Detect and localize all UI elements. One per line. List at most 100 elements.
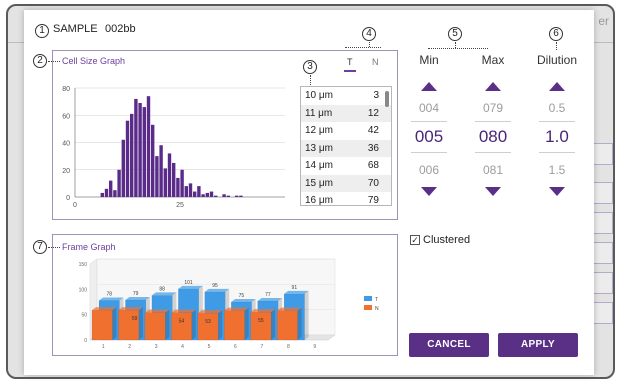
cell-size-label: 14 μm (305, 160, 333, 171)
frame-chart-bar-n-side (297, 307, 302, 340)
frame-chart-bar-t-top (151, 292, 177, 296)
cell-size-list-row[interactable]: 11 μm 12 (301, 104, 391, 122)
frame-chart-bar-n-side (271, 309, 276, 340)
max-next-value[interactable]: 081 (463, 163, 523, 177)
frame-chart-x-tick-label: 9 (313, 344, 316, 350)
frame-chart-svg: 15010050078 7959881019575 779154 55531 2 3 4 5 6… (79, 258, 379, 350)
tab-t-active-indicator (344, 70, 356, 72)
cell-chart-bar (125, 120, 130, 197)
cell-size-count: 70 (367, 177, 379, 189)
frame-chart-bar-n-front (250, 311, 272, 341)
max-current-value[interactable]: 080 (463, 127, 523, 147)
cell-chart-bar (155, 156, 159, 197)
cell-size-list-row[interactable]: 12 μm 42 (301, 122, 391, 140)
cell-chart-bar (180, 169, 184, 197)
frame-chart-x-tick-label: 6 (234, 344, 237, 350)
cell-size-label: 13 μm (305, 142, 333, 154)
cell-chart-bar (134, 98, 138, 197)
cell-chart-bar (205, 192, 209, 197)
cell-size-list-scrollbar[interactable] (385, 91, 389, 107)
cell-chart-bar (197, 186, 201, 197)
cell-size-count: 3 (373, 90, 379, 101)
cell-chart-bar (121, 139, 125, 197)
cell-size-list-row[interactable]: 15 μm 70 (301, 174, 391, 192)
tab-n[interactable]: N (372, 57, 379, 67)
dilution-divider (539, 152, 575, 153)
min-increase-arrow-icon[interactable] (421, 82, 437, 91)
frame-chart-bar-n-top (197, 310, 223, 314)
cell-chart-bar (104, 188, 109, 197)
cell-chart-y-tick-label: 60 (62, 113, 70, 120)
clustered-label: Clustered (423, 234, 471, 246)
callout-4-leader (369, 42, 370, 47)
cell-chart-x-tick-label: 0 (73, 202, 77, 209)
cell-chart-bar (239, 195, 243, 197)
clustered-checkbox[interactable]: ✓ (410, 235, 420, 245)
cell-chart-bar (222, 194, 226, 197)
cell-size-chart: 0 20 40 60 80 0 25 (55, 82, 293, 212)
cell-chart-bar (235, 195, 239, 197)
callout-4: 4 (362, 27, 376, 41)
cell-size-list-row[interactable]: 14 μm 68 (301, 157, 391, 175)
frame-chart-y-tick-label: 0 (84, 338, 87, 344)
frame-chart-bar-t-top (257, 297, 283, 301)
frame-chart-bar-n (171, 309, 196, 341)
cell-size-count: 36 (367, 142, 379, 154)
cell-size-list-row[interactable]: 13 μm 36 (301, 139, 391, 157)
frame-chart-x-tick-label: 1 (102, 344, 105, 350)
min-current-value[interactable]: 005 (399, 127, 459, 147)
max-decrease-arrow-icon[interactable] (485, 187, 501, 196)
min-prev-value[interactable]: 004 (399, 101, 459, 115)
max-prev-value[interactable]: 079 (463, 101, 523, 115)
frame-chart-bar-n-side (112, 307, 117, 340)
frame-chart-bar-t-top (178, 285, 203, 289)
cell-size-list-row[interactable]: 10 μm 3 (301, 87, 391, 105)
callout-4-leader (345, 47, 381, 48)
frame-chart-value-label: 88 (159, 286, 165, 292)
max-divider (475, 152, 511, 153)
cell-chart-bar (163, 168, 167, 197)
cell-chart-bar (100, 192, 104, 197)
cell-chart-bar (138, 102, 142, 197)
cell-chart-bar (172, 162, 176, 197)
cell-chart-bar (184, 186, 188, 197)
dilution-next-value[interactable]: 1.5 (527, 163, 587, 177)
min-divider (411, 121, 447, 122)
cell-size-rows: 10 μm 3 11 μm 12 12 μm 42 13 μm 36 14 μm 68 15 μm 7… (301, 87, 391, 205)
cell-chart-bar (209, 191, 214, 197)
frame-chart-bar-n-side (244, 307, 249, 340)
dilution-label: Dilution (536, 53, 578, 67)
frame-chart-value-label: 79 (133, 291, 139, 297)
frame-chart-bar-n-top (224, 307, 249, 311)
callout-7-leader (48, 247, 60, 248)
cell-size-list[interactable]: 10 μm 3 11 μm 12 12 μm 42 13 μm 36 14 μm 68 15 μm 7… (300, 86, 392, 206)
frame-chart-value-label: 54 (179, 319, 185, 325)
callout-7: 7 (33, 240, 47, 254)
dilution-increase-arrow-icon[interactable] (549, 82, 565, 91)
frame-chart-legend-swatch (364, 305, 372, 310)
frame-chart-bar-t-top (231, 299, 256, 302)
callout-6-leader (556, 42, 557, 50)
frame-chart-bar-n-front (197, 312, 219, 341)
cell-size-list-row[interactable]: 16 μm 79 (301, 192, 391, 205)
cancel-button[interactable]: CANCEL (409, 333, 489, 357)
callout-2: 2 (33, 54, 47, 68)
cell-chart-bar (159, 145, 163, 197)
frame-chart-value-label: 53 (205, 319, 211, 325)
dilution-prev-value[interactable]: 0.5 (527, 101, 587, 115)
max-increase-arrow-icon[interactable] (485, 82, 501, 91)
frame-chart-bar-t-top (204, 288, 230, 292)
callout-5: 5 (448, 27, 462, 41)
min-next-value[interactable]: 006 (399, 163, 459, 177)
dilution-current-value[interactable]: 1.0 (527, 127, 587, 147)
frame-chart-value-label: 91 (292, 285, 298, 291)
frame-chart-bar-n (276, 307, 302, 341)
dilution-decrease-arrow-icon[interactable] (549, 187, 565, 196)
callout-5-leader (428, 48, 488, 49)
frame-chart-bar-n-front (91, 309, 113, 341)
apply-button[interactable]: APPLY (498, 333, 578, 357)
frame-chart-value-label: 78 (106, 291, 112, 297)
tab-t[interactable]: T (347, 57, 353, 67)
min-decrease-arrow-icon[interactable] (421, 187, 437, 196)
frame-chart-bar-t-side (304, 290, 309, 340)
